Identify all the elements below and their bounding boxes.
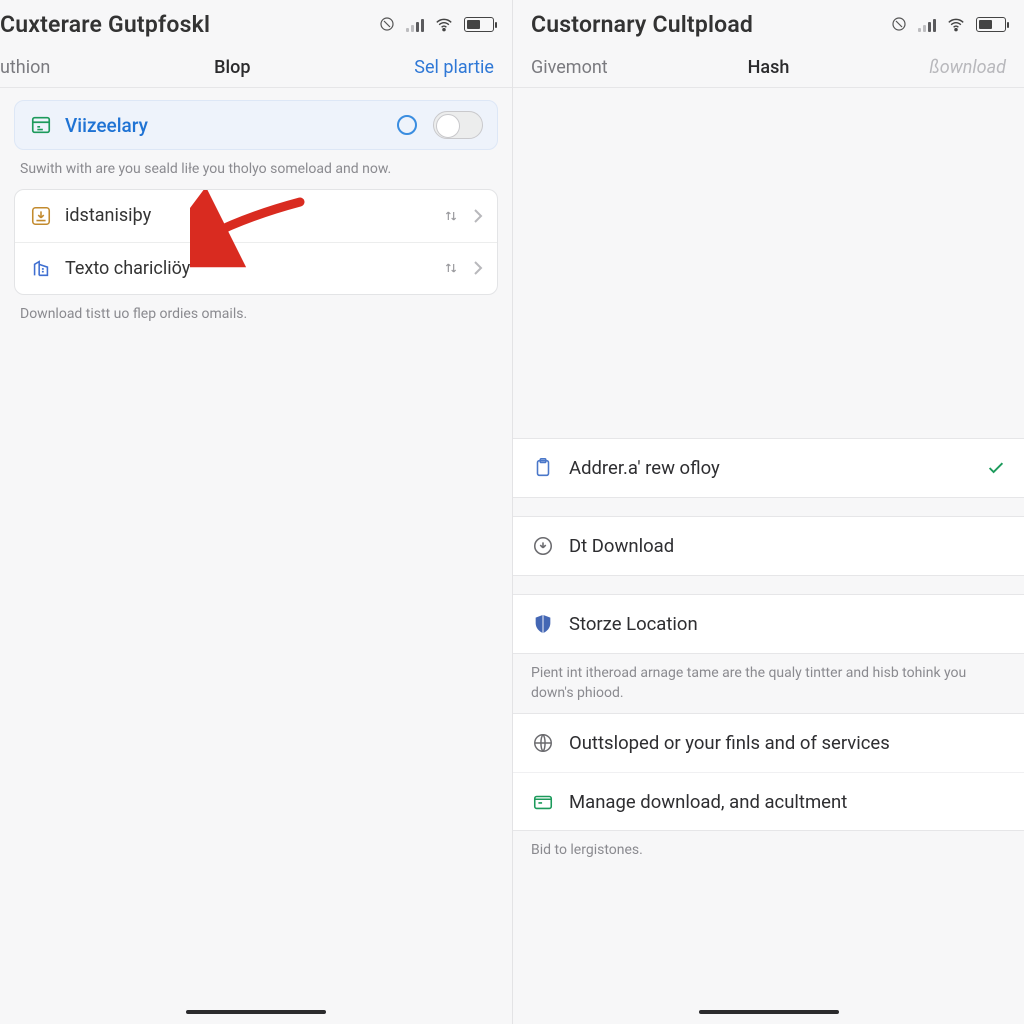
wifi-icon (434, 16, 454, 32)
footer-caption: Download tistt uo flep ordies omails. (20, 305, 492, 324)
tab-selplartie[interactable]: Sel plartie (414, 57, 494, 78)
tab-blop[interactable]: Blop (214, 57, 250, 78)
tab-uthion[interactable]: uthion (0, 57, 50, 78)
hero-caption: Suwith with are you seald liłe you tholy… (20, 160, 492, 179)
app-title: Cuxterare Gutpfoskl (0, 11, 210, 38)
settings-section-1: Addrer.a' rew ofloy (513, 438, 1024, 498)
download-circle-icon (531, 534, 555, 558)
row-dtdownload[interactable]: Dt Download (513, 517, 1024, 575)
options-card: idstanisiþy Texto charicliöy (14, 189, 498, 295)
clipboard-icon (531, 456, 555, 480)
settings-section-4: Outtsloped or your finls and of services… (513, 713, 1024, 831)
row-label: idstanisiþy (65, 205, 431, 226)
battery-icon (464, 17, 494, 32)
settings-section-2: Dt Download (513, 516, 1024, 576)
phone-left: Cuxterare Gutpfoskl uthion Blop Sel plar… (0, 0, 512, 1024)
hero-row[interactable]: Viizeelary (14, 100, 498, 150)
tab-givemont[interactable]: Givemont (531, 57, 608, 78)
tab-hash[interactable]: Hash (748, 57, 790, 78)
folder-icon (531, 790, 555, 814)
cellular-icon (918, 17, 936, 32)
row-address[interactable]: Addrer.a' rew ofloy (513, 439, 1024, 497)
status-bar: Cuxterare Gutpfoskl (0, 0, 512, 48)
cellular-icon (406, 17, 424, 32)
chevron-right-icon (473, 208, 483, 224)
building-icon (29, 256, 53, 280)
section-note-2: Bid to lergistones. (513, 831, 1024, 871)
radio-icon[interactable] (397, 115, 417, 135)
globe-icon (531, 731, 555, 755)
phone-right: Custornary Cultpload Givemont Hash ßownl… (512, 0, 1024, 1024)
sort-icon (443, 207, 459, 225)
sort-icon (443, 259, 459, 277)
chevron-right-icon (473, 260, 483, 276)
wifi-icon (946, 16, 966, 32)
dashboard-icon (29, 113, 53, 137)
section-note: Pient int itheroad arnage tame are the q… (513, 654, 1024, 713)
download-box-icon (29, 204, 53, 228)
dnd-icon (378, 15, 396, 33)
row-idstanisipy[interactable]: idstanisiþy (15, 190, 497, 242)
shield-icon (531, 612, 555, 636)
row-label: Manage download, and acultment (569, 791, 1006, 813)
row-storage[interactable]: Storze Location (513, 595, 1024, 653)
row-label: Outtsloped or your finls and of services (569, 732, 1006, 754)
row-label: Addrer.a' rew ofloy (569, 457, 972, 479)
status-icons (378, 15, 494, 33)
app-title: Custornary Cultpload (513, 11, 753, 38)
status-icons (890, 15, 1006, 33)
row-label: Texto charicliöy (65, 258, 431, 279)
row-outsloped[interactable]: Outtsloped or your finls and of services (513, 714, 1024, 772)
hero-label: Viizeelary (65, 114, 385, 137)
home-indicator[interactable] (699, 1010, 839, 1014)
row-label: Dt Download (569, 535, 1006, 557)
row-manage[interactable]: Manage download, and acultment (513, 772, 1024, 830)
toggle[interactable] (433, 111, 483, 139)
row-texto[interactable]: Texto charicliöy (15, 242, 497, 294)
dnd-icon (890, 15, 908, 33)
tabs: uthion Blop Sel plartie (0, 48, 512, 88)
status-bar: Custornary Cultpload (513, 0, 1024, 48)
tabs: Givemont Hash ßownload (513, 48, 1024, 88)
tab-download[interactable]: ßownload (929, 57, 1006, 78)
check-icon (986, 460, 1006, 476)
battery-icon (976, 17, 1006, 32)
home-indicator[interactable] (186, 1010, 326, 1014)
row-label: Storze Location (569, 613, 1006, 635)
settings-section-3: Storze Location (513, 594, 1024, 654)
